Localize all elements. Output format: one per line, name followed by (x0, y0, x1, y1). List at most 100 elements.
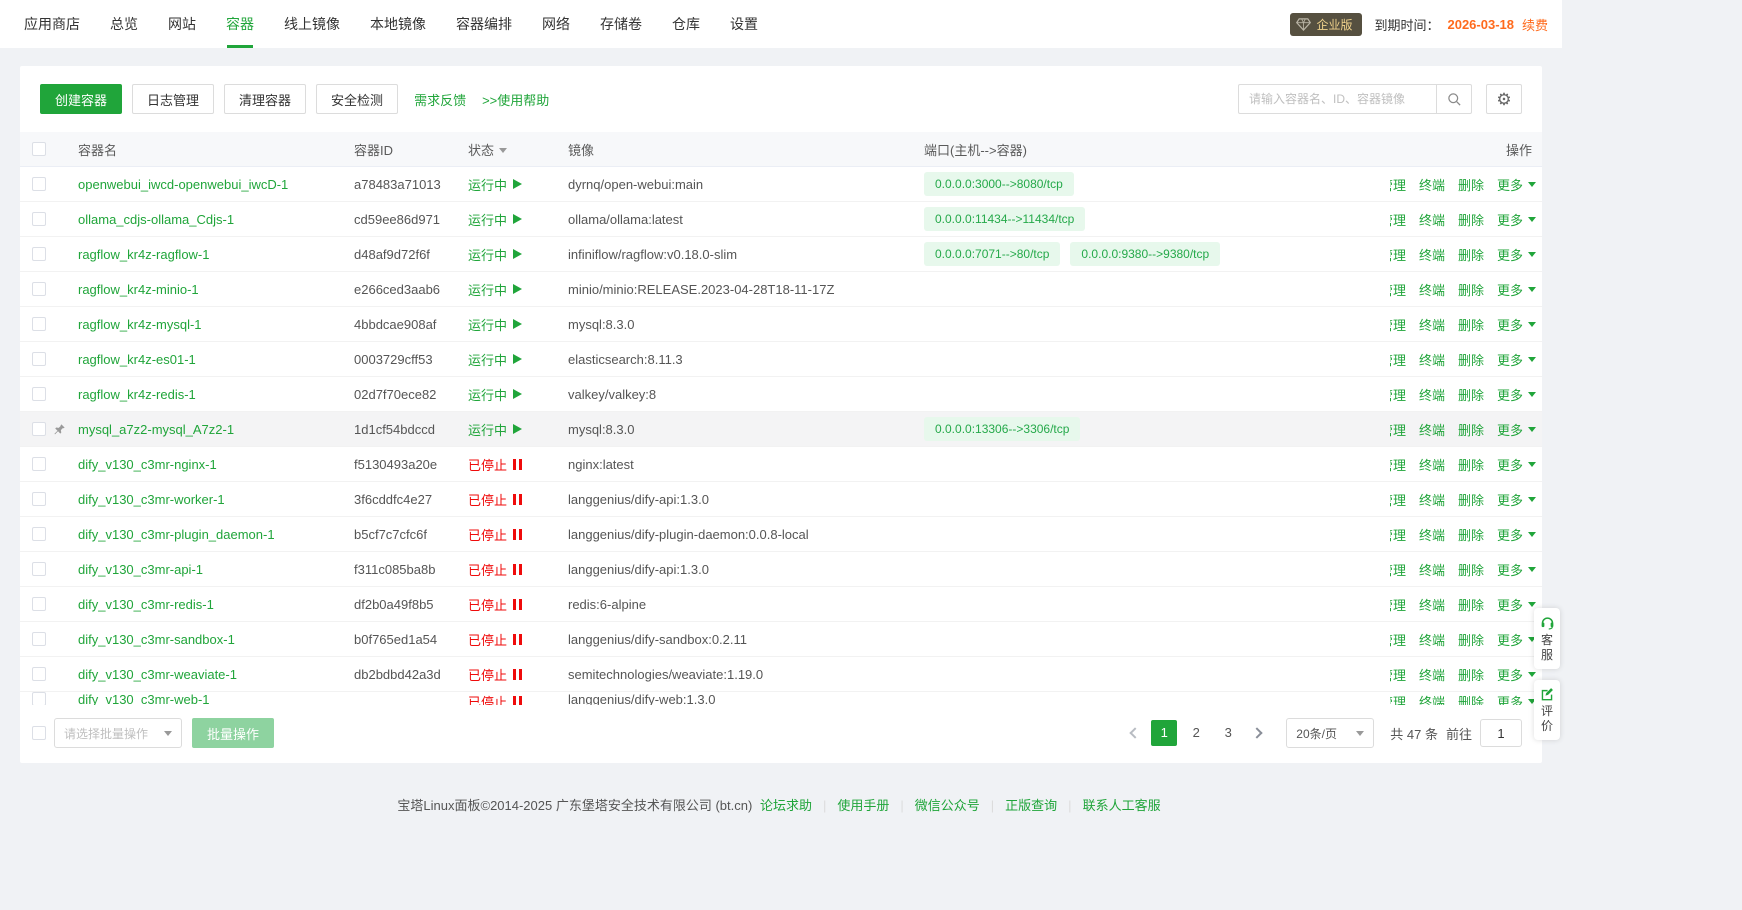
feedback-widget[interactable]: 评价 (1534, 680, 1560, 740)
prev-page-button[interactable] (1122, 720, 1148, 746)
container-name-link[interactable]: ragflow_kr4z-minio-1 (78, 282, 199, 297)
page-number[interactable]: 3 (1215, 720, 1241, 746)
settings-button[interactable]: ⚙ (1486, 84, 1522, 114)
page-number[interactable]: 2 (1183, 720, 1209, 746)
action-terminal[interactable]: 终端 (1419, 692, 1445, 705)
row-checkbox[interactable] (32, 492, 46, 506)
row-checkbox[interactable] (32, 177, 46, 191)
nav-item[interactable]: 应用商店 (24, 0, 80, 48)
action-manage[interactable]: 管理 (1390, 692, 1406, 705)
footer-link[interactable]: 使用手册 (837, 798, 889, 813)
action-terminal[interactable]: 终端 (1419, 175, 1445, 194)
container-name-link[interactable]: ragflow_kr4z-redis-1 (78, 387, 196, 402)
action-manage[interactable]: 管理 (1390, 280, 1406, 299)
row-checkbox[interactable] (32, 352, 46, 366)
action-manage[interactable]: 管理 (1390, 560, 1406, 579)
action-delete[interactable]: 删除 (1458, 560, 1484, 579)
nav-item[interactable]: 本地镜像 (370, 0, 426, 48)
customer-service-widget[interactable]: 客服 (1534, 608, 1560, 669)
action-terminal[interactable]: 终端 (1419, 315, 1445, 334)
row-checkbox[interactable] (32, 387, 46, 401)
create-container-button[interactable]: 创建容器 (40, 84, 122, 114)
action-terminal[interactable]: 终端 (1419, 350, 1445, 369)
nav-item[interactable]: 线上镜像 (284, 0, 340, 48)
action-delete[interactable]: 删除 (1458, 245, 1484, 264)
container-name-link[interactable]: mysql_a7z2-mysql_A7z2-1 (78, 422, 234, 437)
action-delete[interactable]: 删除 (1458, 350, 1484, 369)
row-checkbox[interactable] (32, 692, 46, 705)
action-terminal[interactable]: 终端 (1419, 210, 1445, 229)
column-header-status[interactable]: 状态 (468, 140, 568, 159)
container-name-link[interactable]: dify_v130_c3mr-sandbox-1 (78, 632, 235, 647)
action-more[interactable]: 更多 (1497, 245, 1536, 264)
page-number[interactable]: 1 (1151, 720, 1177, 746)
container-name-link[interactable]: dify_v130_c3mr-redis-1 (78, 597, 214, 612)
action-more[interactable]: 更多 (1497, 420, 1536, 439)
renew-link[interactable]: 续费 (1522, 15, 1548, 34)
row-checkbox[interactable] (32, 282, 46, 296)
action-more[interactable]: 更多 (1497, 692, 1536, 705)
action-terminal[interactable]: 终端 (1419, 665, 1445, 684)
action-manage[interactable]: 管理 (1390, 595, 1406, 614)
action-delete[interactable]: 删除 (1458, 490, 1484, 509)
row-checkbox[interactable] (32, 597, 46, 611)
container-name-link[interactable]: dify_v130_c3mr-weaviate-1 (78, 667, 237, 682)
action-manage[interactable]: 管理 (1390, 350, 1406, 369)
action-manage[interactable]: 管理 (1390, 210, 1406, 229)
search-input[interactable] (1238, 84, 1436, 114)
action-manage[interactable]: 管理 (1390, 525, 1406, 544)
action-more[interactable]: 更多 (1497, 210, 1536, 229)
action-more[interactable]: 更多 (1497, 490, 1536, 509)
log-manage-button[interactable]: 日志管理 (132, 84, 214, 114)
action-delete[interactable]: 删除 (1458, 525, 1484, 544)
action-manage[interactable]: 管理 (1390, 455, 1406, 474)
container-name-link[interactable]: ragflow_kr4z-ragflow-1 (78, 247, 210, 262)
action-more[interactable]: 更多 (1497, 595, 1536, 614)
nav-item[interactable]: 网络 (542, 0, 570, 48)
action-manage[interactable]: 管理 (1390, 665, 1406, 684)
action-delete[interactable]: 删除 (1458, 315, 1484, 334)
bottom-select-all-checkbox[interactable] (32, 726, 46, 740)
footer-link[interactable]: 微信公众号 (915, 798, 980, 813)
action-delete[interactable]: 删除 (1458, 665, 1484, 684)
security-check-button[interactable]: 安全检测 (316, 84, 398, 114)
row-checkbox[interactable] (32, 317, 46, 331)
nav-item[interactable]: 存储卷 (600, 0, 642, 48)
clean-container-button[interactable]: 清理容器 (224, 84, 306, 114)
container-name-link[interactable]: dify_v130_c3mr-web-1 (78, 692, 210, 705)
nav-item[interactable]: 网站 (168, 0, 196, 48)
container-name-link[interactable]: dify_v130_c3mr-nginx-1 (78, 457, 217, 472)
row-checkbox[interactable] (32, 457, 46, 471)
action-manage[interactable]: 管理 (1390, 385, 1406, 404)
action-delete[interactable]: 删除 (1458, 595, 1484, 614)
action-more[interactable]: 更多 (1497, 455, 1536, 474)
action-delete[interactable]: 删除 (1458, 280, 1484, 299)
select-all-checkbox[interactable] (32, 142, 46, 156)
action-delete[interactable]: 删除 (1458, 210, 1484, 229)
action-more[interactable]: 更多 (1497, 525, 1536, 544)
nav-item[interactable]: 容器编排 (456, 0, 512, 48)
action-manage[interactable]: 管理 (1390, 175, 1406, 194)
next-page-button[interactable] (1244, 720, 1270, 746)
container-name-link[interactable]: dify_v130_c3mr-plugin_daemon-1 (78, 527, 275, 542)
action-more[interactable]: 更多 (1497, 350, 1536, 369)
container-name-link[interactable]: ragflow_kr4z-es01-1 (78, 352, 196, 367)
action-more[interactable]: 更多 (1497, 280, 1536, 299)
action-delete[interactable]: 删除 (1458, 692, 1484, 705)
action-delete[interactable]: 删除 (1458, 175, 1484, 194)
action-terminal[interactable]: 终端 (1419, 280, 1445, 299)
action-manage[interactable]: 管理 (1390, 490, 1406, 509)
row-checkbox[interactable] (32, 632, 46, 646)
page-size-select[interactable]: 20条/页 (1286, 718, 1374, 748)
search-button[interactable] (1436, 84, 1472, 114)
action-terminal[interactable]: 终端 (1419, 385, 1445, 404)
action-manage[interactable]: 管理 (1390, 420, 1406, 439)
nav-item[interactable]: 容器 (226, 0, 254, 48)
action-more[interactable]: 更多 (1497, 385, 1536, 404)
batch-action-select[interactable]: 请选择批量操作 (54, 718, 182, 748)
action-delete[interactable]: 删除 (1458, 385, 1484, 404)
container-name-link[interactable]: dify_v130_c3mr-api-1 (78, 562, 203, 577)
action-more[interactable]: 更多 (1497, 560, 1536, 579)
row-checkbox[interactable] (32, 212, 46, 226)
batch-apply-button[interactable]: 批量操作 (192, 718, 274, 748)
